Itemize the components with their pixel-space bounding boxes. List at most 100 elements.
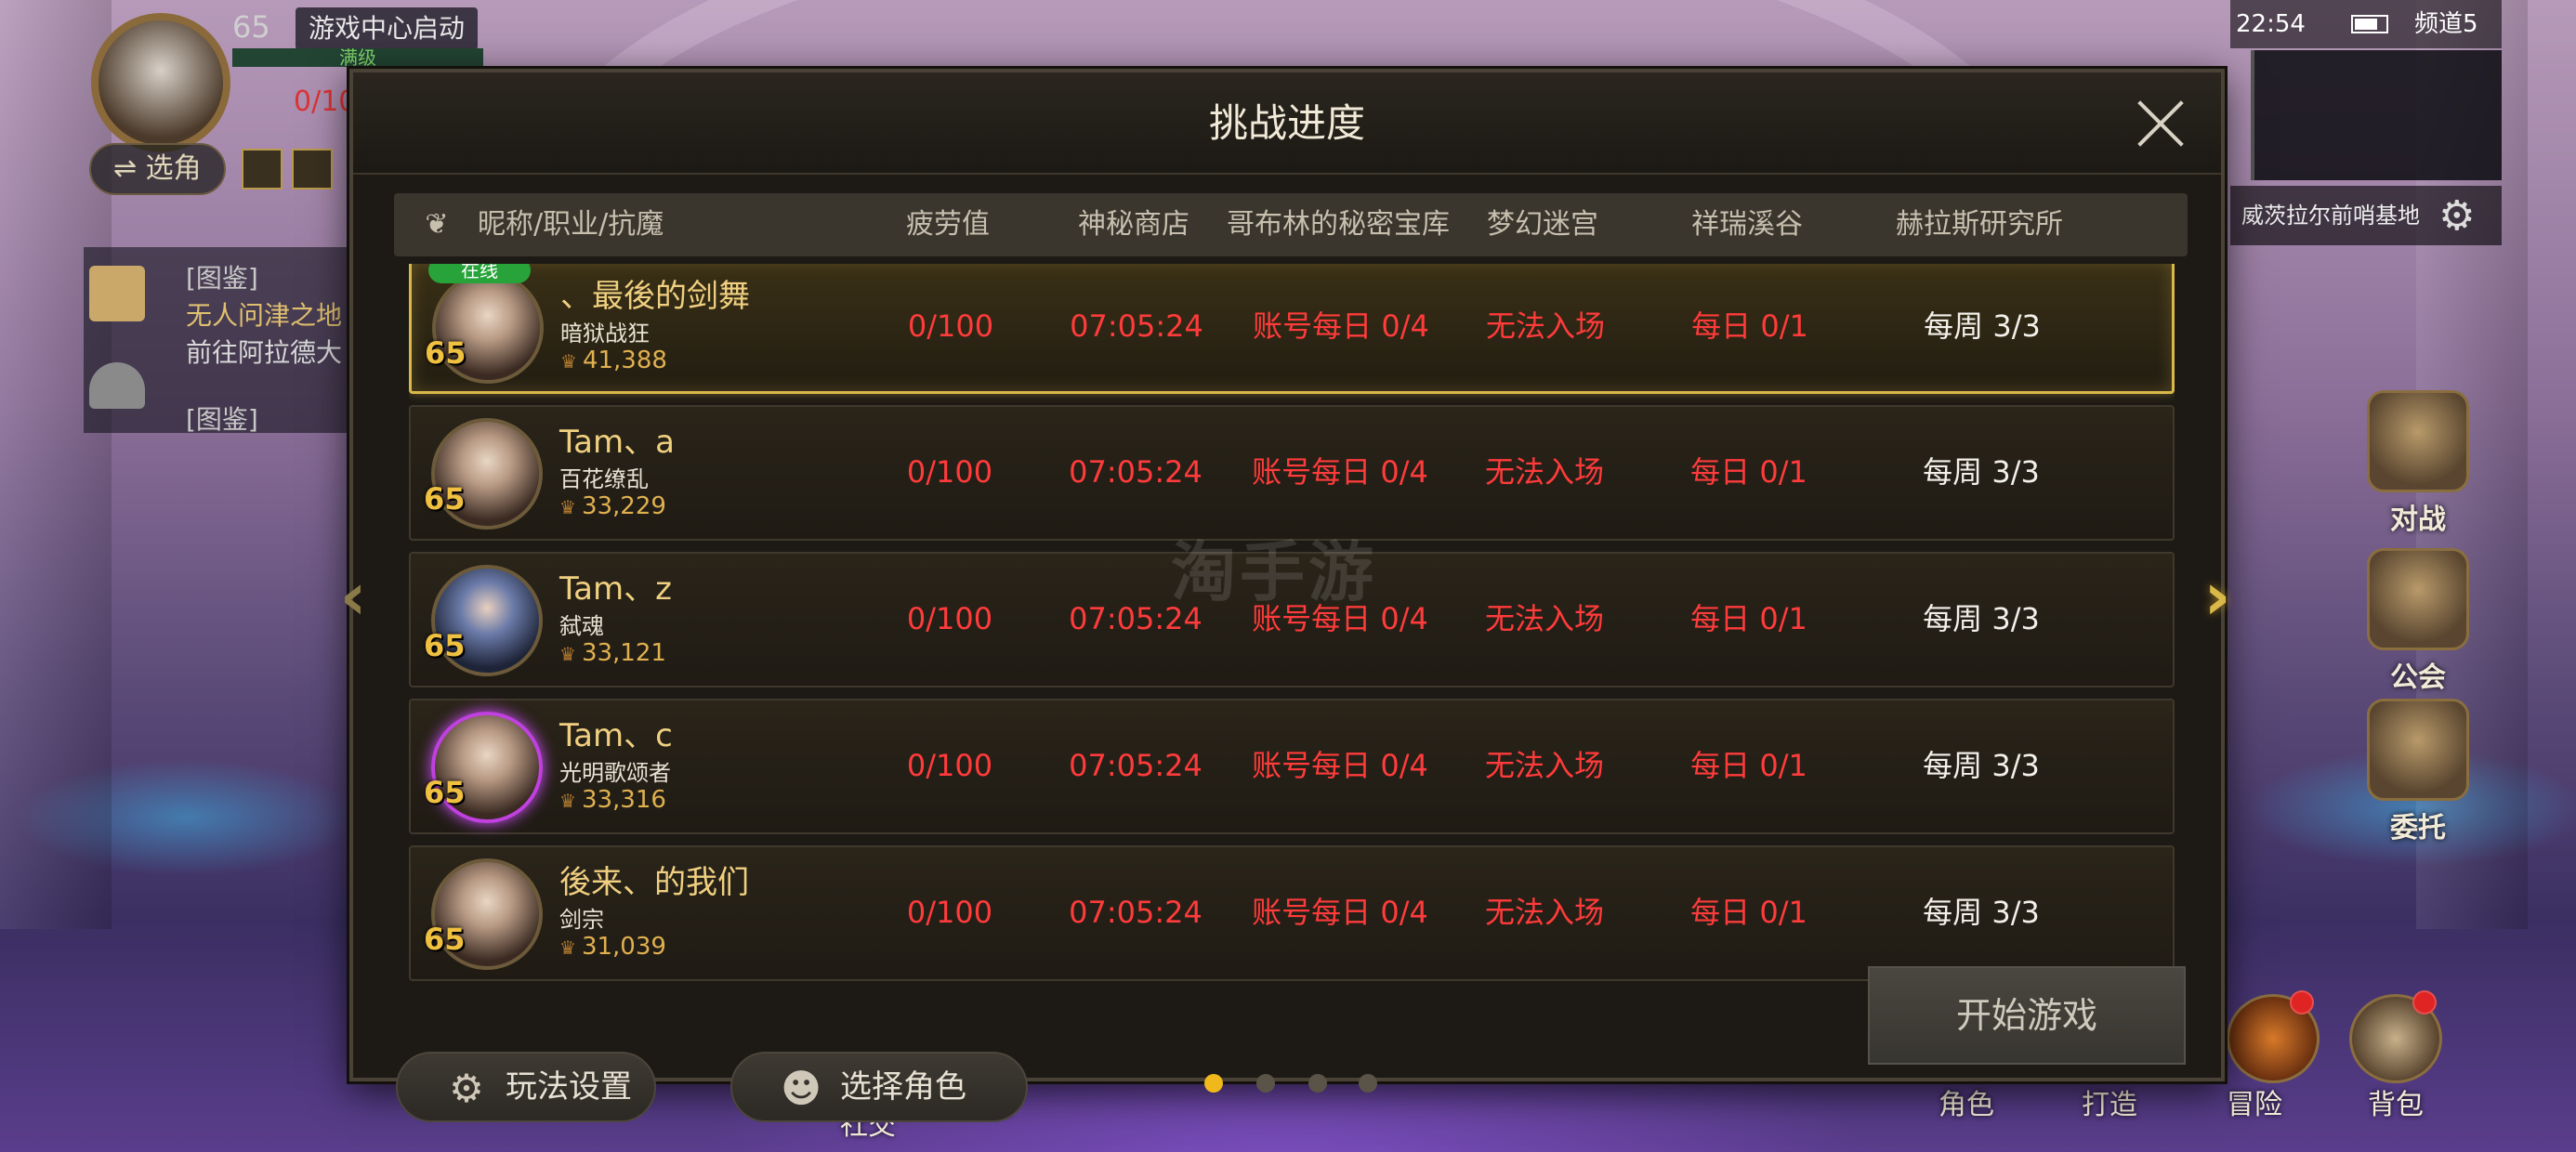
player-avatar[interactable] [91, 13, 230, 152]
character-row[interactable]: 65 Tam、c 光明歌颂者 ♛ 33,316 0/100 07:05:24 账号… [409, 699, 2175, 834]
clock: 22:54 [2236, 10, 2306, 38]
character-power: ♛ 33,316 [559, 786, 666, 814]
character-name: Tam、c [559, 717, 673, 754]
gameplay-settings-label: 玩法设置 [506, 1068, 632, 1106]
online-badge: 在线 [428, 264, 531, 283]
guild-button[interactable]: 公会 [2353, 548, 2483, 695]
power-value: 33,121 [581, 639, 666, 667]
minimap[interactable] [2251, 50, 2502, 180]
select-role-button[interactable]: ☻ 选择角色 [730, 1052, 1028, 1122]
quest-desc: 前往阿拉德大 [186, 337, 343, 368]
valley-count: 每日 0/1 [1690, 601, 1807, 636]
shortcut-icon[interactable] [242, 149, 283, 190]
exp-bar: 满级 [232, 48, 483, 67]
page-indicator-dot[interactable] [1359, 1074, 1377, 1093]
swords-icon [2367, 390, 2469, 492]
crown-icon: ♛ [559, 643, 576, 665]
character-level: 65 [424, 628, 466, 663]
goblin-vault-count: 账号每日 0/4 [1252, 454, 1428, 490]
adventure-label[interactable]: 冒险 [2227, 1081, 2282, 1122]
battle-button[interactable]: 对战 [2353, 390, 2483, 537]
fatigue-value: 0/100 [907, 308, 994, 344]
dream-maze-status: 无法入场 [1485, 308, 1605, 344]
commission-label: 委托 [2390, 812, 2446, 844]
valley-count: 每日 0/1 [1690, 454, 1807, 490]
valley-count: 每日 0/1 [1690, 748, 1807, 783]
fatigue-value: 0/100 [906, 748, 993, 783]
dream-maze-status: 无法入场 [1484, 895, 1604, 930]
goblin-vault-count: 账号每日 0/4 [1253, 308, 1429, 344]
character-job: 弑魂 [559, 613, 604, 639]
commission-button[interactable]: 委托 [2353, 699, 2483, 845]
character-name: Tam、a [559, 424, 675, 461]
role-label[interactable]: 角色 [1939, 1081, 1994, 1122]
close-icon[interactable] [2134, 97, 2188, 151]
power-value: 33,229 [581, 492, 666, 520]
character-job: 光明歌颂者 [559, 760, 671, 786]
page-indicator-dot[interactable] [1308, 1074, 1327, 1093]
notification-dot [2412, 990, 2437, 1015]
character-job: 百花缭乱 [559, 466, 649, 492]
lab-count: 每周 3/3 [1923, 748, 2040, 783]
person-icon: ☻ [781, 1066, 821, 1111]
goblin-vault-count: 账号每日 0/4 [1252, 895, 1428, 930]
craft-label[interactable]: 打造 [2082, 1081, 2137, 1122]
board-icon [2367, 699, 2469, 801]
character-list[interactable]: 在线 65 、最後的剑舞 暗狱战狂 ♛ 41,388 0/100 07:05:24… [409, 264, 2175, 1015]
guild-label: 公会 [2390, 661, 2446, 694]
column-fatigue: 疲劳值 [906, 208, 990, 241]
goblin-vault-count: 账号每日 0/4 [1252, 748, 1428, 783]
crown-icon: ♛ [559, 496, 576, 518]
chevron-left-icon[interactable]: ‹ [325, 559, 381, 634]
ticket-counter: 0/10 [294, 85, 357, 118]
column-goblin-vault: 哥布林的秘密宝库 [1227, 208, 1450, 241]
power-value: 41,388 [582, 347, 667, 374]
character-row[interactable]: 65 後来、的我们 剑宗 ♛ 31,039 0/100 07:05:24 账号每日… [409, 845, 2175, 981]
quest-tag: [图鉴] [186, 404, 258, 435]
character-row[interactable]: 在线 65 、最後的剑舞 暗狱战狂 ♛ 41,388 0/100 07:05:24… [409, 264, 2175, 394]
character-job: 暗狱战狂 [560, 321, 650, 347]
character-level: 65 [424, 775, 466, 810]
battery-icon [2351, 15, 2388, 33]
column-dream-maze: 梦幻迷宫 [1487, 208, 1598, 241]
shortcut-icon[interactable] [292, 149, 333, 190]
dragon-icon: ❦ [425, 208, 449, 241]
player-level: 65 [232, 9, 270, 45]
start-game-button[interactable]: 开始游戏 [1868, 966, 2186, 1065]
character-power: ♛ 41,388 [560, 347, 667, 374]
lab-count: 每周 3/3 [1923, 895, 2040, 930]
channel-label[interactable]: 频道5 [2414, 0, 2478, 48]
quest-title[interactable]: 无人问津之地 [186, 295, 342, 333]
power-value: 31,039 [581, 933, 666, 961]
crown-icon: ♛ [560, 350, 577, 373]
gameplay-settings-button[interactable]: ⚙ 玩法设置 [396, 1052, 656, 1122]
chevron-right-icon[interactable]: › [2189, 559, 2245, 634]
character-power: ♛ 33,121 [559, 639, 666, 667]
character-level: 65 [425, 335, 467, 371]
status-bar: 22:54 频道5 [2230, 0, 2502, 48]
dialog-header: 挑战进度 [353, 72, 2221, 175]
lab-count: 每周 3/3 [1923, 601, 2040, 636]
dream-maze-status: 无法入场 [1484, 748, 1604, 783]
character-level: 65 [424, 481, 466, 517]
gear-icon[interactable]: ⚙ [2438, 193, 2485, 240]
gear-icon: ⚙ [449, 1066, 484, 1111]
character-name: 、最後的剑舞 [560, 278, 750, 315]
column-auspicious-valley: 祥瑞溪谷 [1691, 208, 1803, 241]
game-center-button[interactable]: 游戏中心启动 [296, 7, 479, 50]
valley-count: 每日 0/1 [1690, 895, 1807, 930]
scene-pillar [0, 0, 112, 929]
column-heras-lab: 赫拉斯研究所 [1896, 208, 2063, 241]
character-name: Tam、z [559, 570, 672, 608]
switch-role-button[interactable]: ⇌ 选角 [89, 143, 226, 195]
watermark: 淘手游 [1171, 534, 1377, 610]
dream-maze-status: 无法入场 [1484, 601, 1604, 636]
guild-shield-icon [2367, 548, 2469, 650]
column-header: ❦ 昵称/职业/抗魔值 疲劳值 神秘商店 哥布林的秘密宝库 梦幻迷宫 祥瑞溪谷 … [394, 193, 2188, 304]
battle-label: 对战 [2390, 504, 2446, 536]
page-indicator-dot[interactable] [1256, 1074, 1275, 1093]
bag-label[interactable]: 背包 [2368, 1081, 2424, 1122]
dialog-title: 挑战进度 [1208, 100, 1365, 146]
crown-icon: ♛ [559, 936, 576, 959]
page-indicator-dot[interactable] [1204, 1074, 1223, 1093]
